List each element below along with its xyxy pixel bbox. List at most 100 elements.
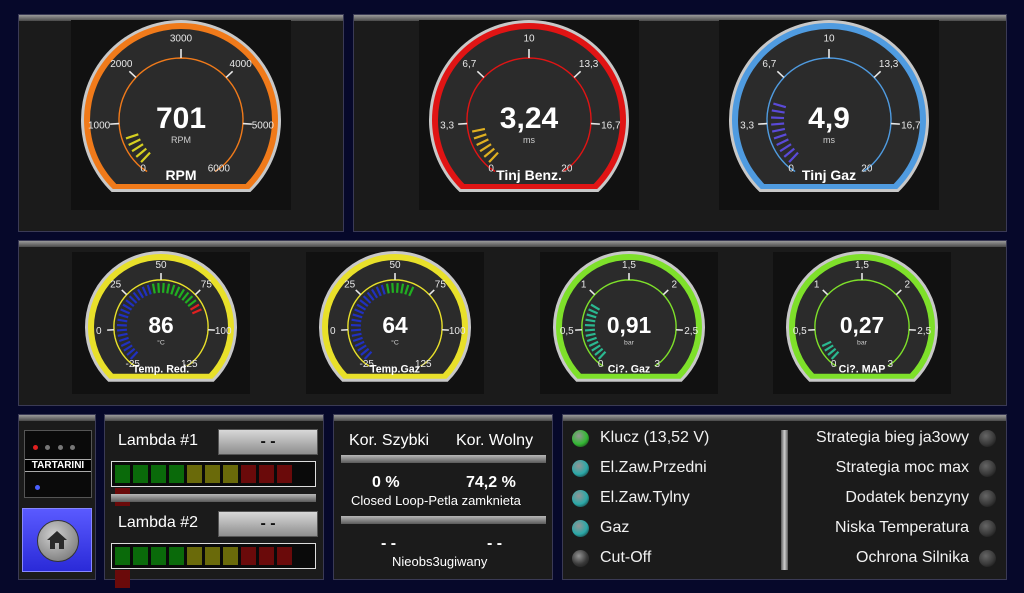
lambda2-bar (111, 543, 316, 569)
tinj-benz-tick-label: 3,3 (440, 120, 454, 131)
temp-red-tick-label: 100 (215, 326, 232, 337)
temp-red-label: Temp. Red. (133, 364, 190, 376)
cis-map-tick-label: 1,5 (855, 260, 869, 271)
tinj-gaz-tick-label: 13,3 (879, 59, 899, 70)
tinj-benz-label: Tinj Benz. (496, 167, 562, 183)
tinj-gaz-label: Tinj Gaz (802, 167, 856, 183)
strategy-label: Niska Temperatura (835, 519, 969, 537)
home-button[interactable] (22, 508, 92, 572)
lambda-segment (169, 465, 184, 483)
lambda-segment (241, 465, 256, 483)
lambda-segment (187, 547, 202, 565)
tinj-benz-tick-label: 16,7 (601, 120, 621, 131)
tinj-benz-gauge: 03,36,71013,316,7203,24msTinj Benz. (414, 10, 644, 215)
tinj-benz-tick-label: 13,3 (579, 59, 599, 70)
tinj-gaz-gauge: 03,36,71013,316,7204,9msTinj Gaz (714, 10, 944, 215)
cis-gaz-tick-label: 1 (581, 280, 587, 291)
cis-map-value: 0,27 (840, 312, 884, 338)
cis-gaz-gauge: 00,511,522,530,91barCi?. Gaz (538, 241, 720, 402)
tinj-benz-value: 3,24 (500, 102, 559, 135)
indicator-light (572, 490, 589, 507)
lambda-segment (115, 570, 130, 588)
cis-map-tick-label: 0,5 (793, 326, 807, 337)
correction-divider-2 (341, 516, 546, 524)
tinj-gaz-value: 4,9 (808, 102, 850, 135)
lambda-divider (111, 494, 316, 502)
cis-gaz-tick-label: 2,5 (684, 326, 698, 337)
loop-status: Closed Loop-Petla zamknieta (351, 493, 521, 508)
tinj-benz-tick-label: 0 (488, 163, 494, 174)
temp-gaz-tick-label: 25 (344, 280, 356, 291)
temp-gaz-tick-label: 50 (389, 260, 401, 271)
indicator-light (572, 520, 589, 537)
tinj-benz-tick-label: 20 (561, 163, 573, 174)
lambda-segment (115, 547, 130, 565)
logo-text: TARTARINI (25, 459, 91, 472)
strategy-light (979, 520, 996, 537)
tinj-gaz-tick-label: 3,3 (740, 120, 754, 131)
cis-map-tick-label: 2,5 (917, 326, 931, 337)
temp-gaz-gauge: -25025507510012564°CTemp.Gaz (304, 241, 486, 402)
temp-gaz-tick-label: 100 (449, 326, 466, 337)
lambda-segment (259, 547, 274, 565)
tinj-gaz-tick-label: 16,7 (901, 120, 921, 131)
cis-gaz-tick-label: 0,5 (560, 326, 574, 337)
temp-gaz-value: 64 (382, 312, 408, 338)
tinj-gaz-tick-label: 20 (861, 163, 873, 174)
rpm-tick-label: 0 (140, 163, 146, 174)
cis-map-tick-label: 0 (831, 359, 837, 370)
lambda-segment (205, 465, 220, 483)
long-trim-value-2: - - (487, 535, 502, 553)
cis-gaz-label: Ci?. Gaz (608, 364, 651, 376)
short-trim-value-2: - - (381, 535, 396, 553)
tinj-gaz-unit: ms (823, 135, 835, 145)
cis-gaz-unit: bar (624, 339, 635, 346)
lambda-segment (169, 547, 184, 565)
lambda-segment (151, 465, 166, 483)
temp-gaz-tick-label: 75 (435, 280, 447, 291)
lambda-segment (223, 465, 238, 483)
cis-map-tick-label: 2 (905, 280, 911, 291)
strategy-light (979, 430, 996, 447)
indicator-label: El.Zaw.Przedni (600, 459, 707, 477)
cis-map-unit: bar (857, 339, 868, 346)
rpm-gauge: 0100020003000400050006000701RPMRPM (66, 10, 296, 215)
strategy-label: Strategia moc max (836, 459, 969, 477)
rpm-tick-label: 4000 (230, 59, 253, 70)
lambda1-value: - - (260, 433, 275, 450)
short-trim-value: 0 % (372, 474, 400, 492)
temp-red-tick-label: 0 (96, 326, 102, 337)
temp-red-tick-label: 25 (110, 280, 122, 291)
rpm-tick-label: 3000 (170, 34, 193, 45)
strategy-light (979, 490, 996, 507)
tartarini-logo: TARTARINI (24, 430, 92, 498)
rpm-tick-label: 2000 (110, 59, 133, 70)
long-trim-value: 74,2 % (466, 474, 516, 492)
strategy-label: Ochrona Silnika (856, 549, 969, 567)
cis-map-tick-label: 3 (888, 359, 894, 370)
rpm-tick-label: 5000 (252, 120, 275, 131)
lambda-segment (187, 465, 202, 483)
indicator-label: Gaz (600, 519, 629, 537)
temp-red-tick-label: 50 (155, 260, 167, 271)
support-status: Nieobs3ugiwany (392, 554, 487, 569)
tinj-gaz-tick-label: 0 (788, 163, 794, 174)
lambda1-label: Lambda #1 (118, 432, 198, 450)
strategy-label: Strategia bieg ja3owy (816, 429, 969, 447)
strategy-light (979, 550, 996, 567)
strategy-light (979, 460, 996, 477)
rpm-unit: RPM (171, 135, 191, 145)
rpm-value: 701 (156, 102, 206, 135)
lambda-segment (223, 547, 238, 565)
indicator-light (572, 430, 589, 447)
indicators-divider (781, 430, 788, 570)
cis-gaz-tick-label: 0 (598, 359, 604, 370)
tinj-benz-tick-label: 6,7 (462, 59, 476, 70)
lambda-segment (205, 547, 220, 565)
tinj-benz-tick-label: 10 (523, 34, 535, 45)
lambda-segment (133, 465, 148, 483)
temp-gaz-tick-label: 0 (330, 326, 336, 337)
temp-red-value: 86 (148, 312, 173, 338)
temp-red-tick-label: 75 (201, 280, 213, 291)
cis-map-label: Ci?. MAP (839, 364, 886, 376)
